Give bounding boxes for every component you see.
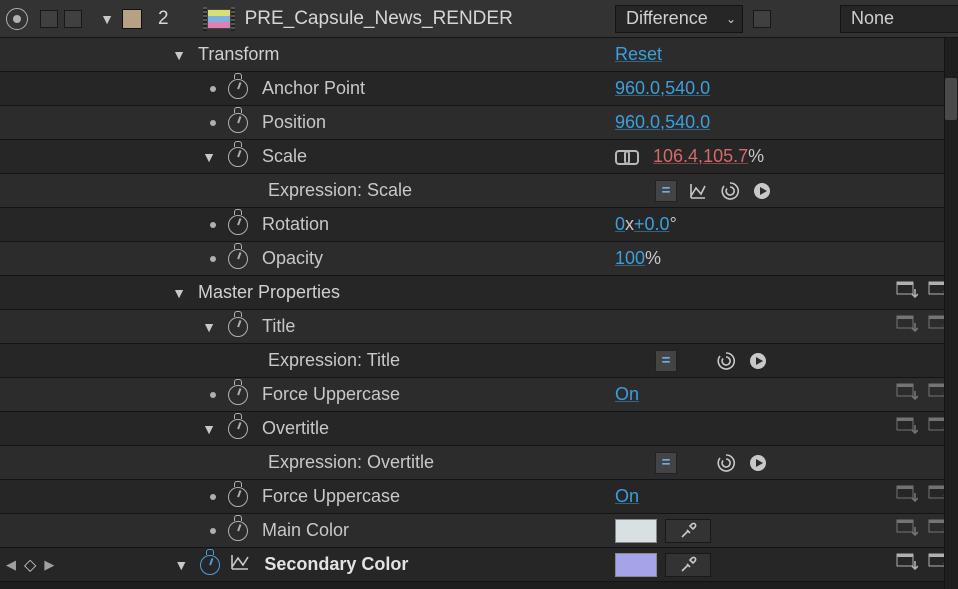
expression-language-icon[interactable] xyxy=(747,452,769,474)
push-master-icon[interactable] xyxy=(896,553,918,576)
preserve-transparency-box[interactable] xyxy=(753,10,771,28)
scrollbar-thumb[interactable] xyxy=(945,78,957,120)
expression-pickwhip-icon[interactable] xyxy=(719,180,741,202)
chevron-down-icon: ⌄ xyxy=(726,12,736,26)
force-uppercase-value[interactable]: On xyxy=(615,384,639,405)
scale-y[interactable]: 105.7 xyxy=(703,146,748,167)
position-label: Position xyxy=(262,112,326,133)
vary-dot-icon[interactable] xyxy=(210,528,216,534)
stopwatch-icon[interactable] xyxy=(228,385,248,405)
anchor-y[interactable]: 540.0 xyxy=(665,78,710,99)
master-twirl-icon[interactable] xyxy=(172,285,186,301)
vary-dot-icon[interactable] xyxy=(210,86,216,92)
vertical-scrollbar[interactable] xyxy=(944,38,958,589)
rotation-x: x xyxy=(625,214,634,235)
scale-x[interactable]: 106.4 xyxy=(653,146,698,167)
graph-icon[interactable] xyxy=(230,553,250,576)
push-master-icon[interactable] xyxy=(896,315,918,338)
expression-enable-button[interactable]: = xyxy=(655,350,677,372)
title-expression-label: Expression: Title xyxy=(268,350,400,371)
stopwatch-icon[interactable] xyxy=(228,113,248,133)
scale-unit: % xyxy=(748,146,764,167)
vary-dot-icon[interactable] xyxy=(210,494,216,500)
opacity-label: Opacity xyxy=(262,248,323,269)
anchor-point-label: Anchor Point xyxy=(262,78,365,99)
next-keyframe-icon[interactable]: ▶ xyxy=(44,557,54,573)
stopwatch-icon[interactable] xyxy=(228,147,248,167)
rotation-degrees[interactable]: +0.0 xyxy=(634,214,670,235)
eyedropper-icon[interactable] xyxy=(665,519,711,543)
transform-twirl-icon[interactable] xyxy=(172,47,186,63)
parent-dropdown[interactable]: None ⌄ xyxy=(840,5,958,33)
stopwatch-icon[interactable] xyxy=(228,215,248,235)
expression-pickwhip-icon[interactable] xyxy=(715,350,737,372)
reset-link[interactable]: Reset xyxy=(615,44,662,65)
secondary-color-label: Secondary Color xyxy=(264,554,408,575)
force-uppercase-label: Force Uppercase xyxy=(262,384,400,405)
rotation-label: Rotation xyxy=(262,214,329,235)
push-master-icon[interactable] xyxy=(896,485,918,508)
scale-twirl-icon[interactable] xyxy=(202,149,216,165)
overtitle-expression-label: Expression: Overtitle xyxy=(268,452,434,473)
composition-icon xyxy=(207,9,231,29)
overtitle-twirl-icon[interactable] xyxy=(202,421,216,437)
expression-pickwhip-icon[interactable] xyxy=(715,452,737,474)
stopwatch-icon[interactable] xyxy=(228,249,248,269)
rotation-deg-unit: ° xyxy=(670,214,677,235)
visibility-icon[interactable] xyxy=(6,8,28,30)
expression-graph-icon[interactable] xyxy=(687,180,709,202)
layer-twirl-icon[interactable] xyxy=(100,11,114,27)
rotation-turns[interactable]: 0 xyxy=(615,214,625,235)
expression-language-icon[interactable] xyxy=(747,350,769,372)
layer-index: 2 xyxy=(158,8,169,30)
position-x[interactable]: 960.0 xyxy=(615,112,660,133)
push-master-icon[interactable] xyxy=(896,417,918,440)
scale-label: Scale xyxy=(262,146,307,167)
blend-mode-dropdown[interactable]: Difference ⌄ xyxy=(615,5,743,33)
vary-dot-icon[interactable] xyxy=(210,256,216,262)
overtitle-label: Overtitle xyxy=(262,418,329,439)
force-uppercase-value[interactable]: On xyxy=(615,486,639,507)
force-uppercase-label: Force Uppercase xyxy=(262,486,400,507)
transform-group-label: Transform xyxy=(198,44,279,65)
constrain-link-icon[interactable] xyxy=(615,150,639,164)
eyedropper-icon[interactable] xyxy=(665,553,711,577)
vary-dot-icon[interactable] xyxy=(210,392,216,398)
prev-keyframe-icon[interactable]: ◀ xyxy=(6,557,16,573)
add-keyframe-icon[interactable]: ◇ xyxy=(24,555,36,575)
anchor-x[interactable]: 960.0 xyxy=(615,78,660,99)
expression-language-icon[interactable] xyxy=(751,180,773,202)
vary-dot-icon[interactable] xyxy=(210,222,216,228)
stopwatch-icon[interactable] xyxy=(228,521,248,541)
secondary-color-swatch[interactable] xyxy=(615,553,657,577)
title-twirl-icon[interactable] xyxy=(202,319,216,335)
opacity-value[interactable]: 100 xyxy=(615,248,645,269)
main-color-swatch[interactable] xyxy=(615,519,657,543)
title-label: Title xyxy=(262,316,295,337)
stopwatch-icon[interactable] xyxy=(228,79,248,99)
scale-expression-label: Expression: Scale xyxy=(268,180,412,201)
opacity-unit: % xyxy=(645,248,661,269)
parent-value: None xyxy=(851,8,894,29)
solo-box[interactable] xyxy=(40,10,58,28)
stopwatch-icon[interactable] xyxy=(228,317,248,337)
secondary-twirl-icon[interactable] xyxy=(174,557,188,573)
master-properties-label: Master Properties xyxy=(198,282,340,303)
stopwatch-icon[interactable] xyxy=(228,487,248,507)
stopwatch-icon[interactable] xyxy=(228,419,248,439)
expression-enable-button[interactable]: = xyxy=(655,180,677,202)
label-color-chip[interactable] xyxy=(122,9,142,29)
position-y[interactable]: 540.0 xyxy=(665,112,710,133)
expression-enable-button[interactable]: = xyxy=(655,452,677,474)
vary-dot-icon[interactable] xyxy=(210,120,216,126)
push-master-icon[interactable] xyxy=(896,383,918,406)
push-master-icon[interactable] xyxy=(896,519,918,542)
main-color-label: Main Color xyxy=(262,520,349,541)
push-master-icon[interactable] xyxy=(896,281,918,304)
lock-box[interactable] xyxy=(64,10,82,28)
stopwatch-icon[interactable] xyxy=(200,555,220,575)
blend-mode-value: Difference xyxy=(626,8,708,29)
layer-name[interactable]: PRE_Capsule_News_RENDER xyxy=(245,8,513,30)
